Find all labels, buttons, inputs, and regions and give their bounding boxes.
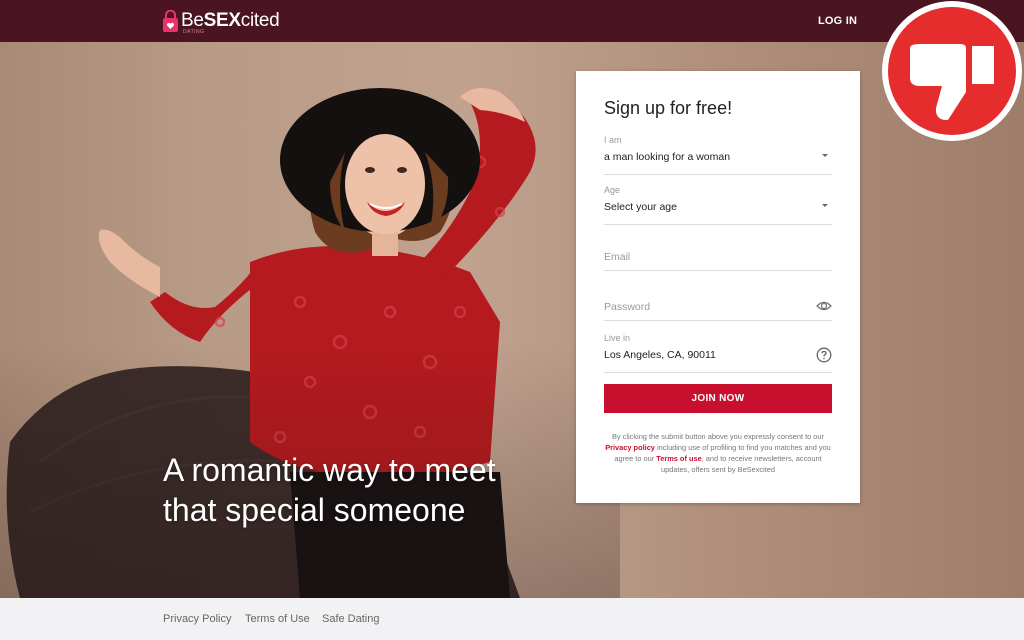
thumbs-down-badge	[882, 1, 1022, 141]
logo-subtext: DATING	[183, 29, 205, 35]
location-field[interactable]: Live in Los Angeles, CA, 90011	[604, 333, 832, 373]
password-placeholder: Password	[604, 301, 651, 313]
consent-disclaimer: By clicking the submit button above you …	[605, 432, 831, 474]
login-link[interactable]: LOG IN	[818, 15, 857, 27]
top-header: BeSEXcited DATING LOG IN	[0, 0, 1024, 42]
gender-value: a man looking for a woman	[604, 151, 731, 163]
hero-section: A romantic way to meet that special some…	[0, 42, 1024, 598]
email-placeholder: Email	[604, 251, 631, 263]
footer-safe-dating-link[interactable]: Safe Dating	[322, 613, 379, 625]
chevron-down-icon	[822, 204, 828, 207]
join-now-button[interactable]: JOIN NOW	[604, 384, 832, 413]
site-logo[interactable]: BeSEXcited DATING	[163, 7, 280, 35]
chevron-down-icon	[822, 154, 828, 157]
age-label: Age	[604, 185, 621, 195]
location-value: Los Angeles, CA, 90011	[604, 349, 716, 361]
password-field[interactable]: Password	[604, 281, 832, 321]
site-footer: Privacy Policy Terms of Use Safe Dating	[0, 598, 1024, 640]
location-label: Live in	[604, 333, 631, 343]
age-value: Select your age	[604, 201, 677, 213]
email-field[interactable]: Email	[604, 231, 832, 271]
heart-lock-icon	[163, 10, 178, 32]
eye-icon[interactable]	[816, 298, 832, 314]
gender-select[interactable]: I am a man looking for a woman	[604, 135, 832, 175]
terms-of-use-link[interactable]: Terms of use	[656, 454, 701, 463]
help-circle-icon[interactable]	[816, 347, 832, 363]
signup-title: Sign up for free!	[604, 98, 733, 118]
hero-headline: A romantic way to meet that special some…	[163, 452, 496, 528]
privacy-policy-link[interactable]: Privacy policy	[605, 443, 655, 452]
age-select[interactable]: Age Select your age	[604, 185, 832, 225]
footer-terms-link[interactable]: Terms of Use	[245, 613, 310, 625]
footer-privacy-link[interactable]: Privacy Policy	[163, 613, 231, 625]
gender-label: I am	[604, 135, 622, 145]
signup-card: Sign up for free! I am a man looking for…	[576, 71, 860, 503]
